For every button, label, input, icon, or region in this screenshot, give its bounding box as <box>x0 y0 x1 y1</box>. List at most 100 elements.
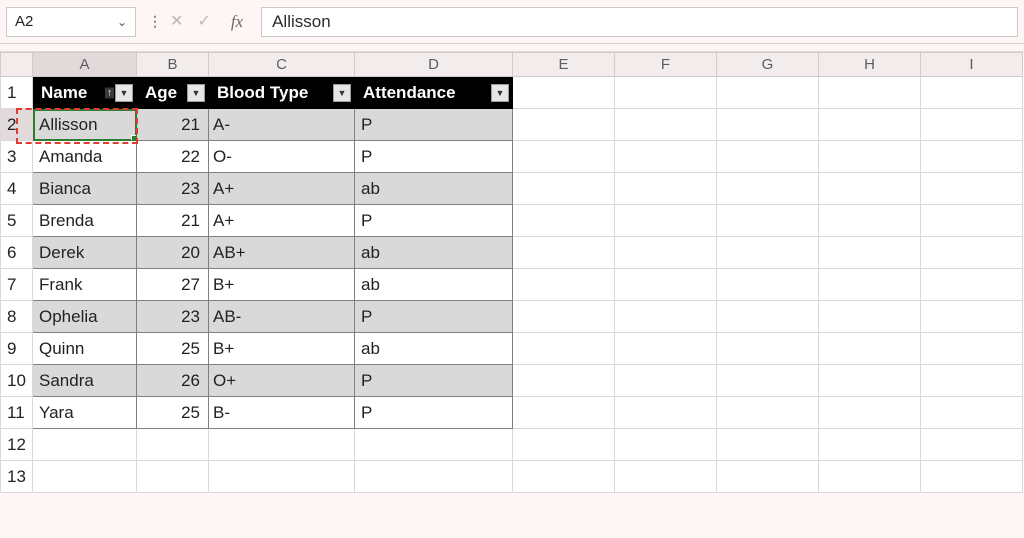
name-box[interactable]: A2 ⌄ <box>6 7 136 37</box>
cell-A6[interactable]: Derek <box>33 237 137 269</box>
cell-D10[interactable]: P <box>355 365 513 397</box>
cell[interactable] <box>921 173 1023 205</box>
cell[interactable] <box>615 77 717 109</box>
filter-button-age[interactable]: ▼ <box>187 84 205 102</box>
cell[interactable] <box>717 237 819 269</box>
cell[interactable] <box>513 109 615 141</box>
table-header-attendance[interactable]: Attendance ▼ <box>355 77 513 109</box>
row-header-6[interactable]: 6 <box>1 237 33 269</box>
cell-D9[interactable]: ab <box>355 333 513 365</box>
cell-D2[interactable]: P <box>355 109 513 141</box>
table-header-age[interactable]: Age ▼ <box>137 77 209 109</box>
row-header-10[interactable]: 10 <box>1 365 33 397</box>
cell-D4[interactable]: ab <box>355 173 513 205</box>
cell-D7[interactable]: ab <box>355 269 513 301</box>
cell[interactable] <box>819 205 921 237</box>
cell[interactable] <box>921 269 1023 301</box>
cell[interactable] <box>921 461 1023 493</box>
cell[interactable] <box>137 461 209 493</box>
column-header-B[interactable]: B <box>137 53 209 77</box>
spreadsheet-grid[interactable]: A B C D E F G H I 1 Name ↑ ▼ Age ▼ Blood… <box>0 52 1024 493</box>
cell[interactable] <box>921 397 1023 429</box>
cell[interactable] <box>921 77 1023 109</box>
cell-A4[interactable]: Bianca <box>33 173 137 205</box>
row-header-4[interactable]: 4 <box>1 173 33 205</box>
cell[interactable] <box>513 429 615 461</box>
cell[interactable] <box>921 301 1023 333</box>
cell-B2[interactable]: 21 <box>137 109 209 141</box>
cell[interactable] <box>921 141 1023 173</box>
cell-C7[interactable]: B+ <box>209 269 355 301</box>
cell[interactable] <box>513 365 615 397</box>
cell[interactable] <box>137 429 209 461</box>
cell[interactable] <box>615 109 717 141</box>
cell[interactable] <box>717 77 819 109</box>
cell-A2[interactable]: Allisson <box>33 109 137 141</box>
cell[interactable] <box>513 237 615 269</box>
cell[interactable] <box>819 269 921 301</box>
cell-A5[interactable]: Brenda <box>33 205 137 237</box>
column-header-A[interactable]: A <box>33 53 137 77</box>
cell-C8[interactable]: AB- <box>209 301 355 333</box>
cell[interactable] <box>33 461 137 493</box>
table-header-name[interactable]: Name ↑ ▼ <box>33 77 137 109</box>
cell[interactable] <box>513 397 615 429</box>
cell[interactable] <box>615 205 717 237</box>
row-header-13[interactable]: 13 <box>1 461 33 493</box>
cell[interactable] <box>615 429 717 461</box>
cell[interactable] <box>615 301 717 333</box>
cell-B7[interactable]: 27 <box>137 269 209 301</box>
cell[interactable] <box>717 365 819 397</box>
cell-A10[interactable]: Sandra <box>33 365 137 397</box>
cell[interactable] <box>819 461 921 493</box>
cell-B5[interactable]: 21 <box>137 205 209 237</box>
cell[interactable] <box>717 205 819 237</box>
cell[interactable] <box>615 173 717 205</box>
cell-D5[interactable]: P <box>355 205 513 237</box>
cell[interactable] <box>33 429 137 461</box>
cell-C9[interactable]: B+ <box>209 333 355 365</box>
table-header-blood[interactable]: Blood Type ▼ <box>209 77 355 109</box>
cell[interactable] <box>921 237 1023 269</box>
cell[interactable] <box>513 173 615 205</box>
cell-B10[interactable]: 26 <box>137 365 209 397</box>
cell[interactable] <box>355 429 513 461</box>
cell[interactable] <box>355 461 513 493</box>
cell-C10[interactable]: O+ <box>209 365 355 397</box>
cell-C3[interactable]: O- <box>209 141 355 173</box>
cell[interactable] <box>717 269 819 301</box>
row-header-11[interactable]: 11 <box>1 397 33 429</box>
cell-B11[interactable]: 25 <box>137 397 209 429</box>
cell-A9[interactable]: Quinn <box>33 333 137 365</box>
cell[interactable] <box>717 109 819 141</box>
cell[interactable] <box>513 333 615 365</box>
column-header-E[interactable]: E <box>513 53 615 77</box>
cell[interactable] <box>921 109 1023 141</box>
filter-button-attendance[interactable]: ▼ <box>491 84 509 102</box>
cell-B9[interactable]: 25 <box>137 333 209 365</box>
filter-button-blood[interactable]: ▼ <box>333 84 351 102</box>
cell[interactable] <box>921 429 1023 461</box>
cell-A7[interactable]: Frank <box>33 269 137 301</box>
cell[interactable] <box>717 333 819 365</box>
filter-button-name[interactable]: ▼ <box>115 84 133 102</box>
row-header-2[interactable]: 2 <box>1 109 33 141</box>
cell[interactable] <box>615 365 717 397</box>
cell-A11[interactable]: Yara <box>33 397 137 429</box>
cell[interactable] <box>819 237 921 269</box>
column-header-C[interactable]: C <box>209 53 355 77</box>
column-header-G[interactable]: G <box>717 53 819 77</box>
cell[interactable] <box>513 269 615 301</box>
cell-D8[interactable]: P <box>355 301 513 333</box>
cell[interactable] <box>819 109 921 141</box>
cell-B8[interactable]: 23 <box>137 301 209 333</box>
cell[interactable] <box>819 301 921 333</box>
cell-C2[interactable]: A- <box>209 109 355 141</box>
select-all-corner[interactable] <box>1 53 33 77</box>
row-header-8[interactable]: 8 <box>1 301 33 333</box>
column-header-F[interactable]: F <box>615 53 717 77</box>
cell[interactable] <box>615 269 717 301</box>
cell[interactable] <box>513 205 615 237</box>
cell[interactable] <box>819 429 921 461</box>
cell[interactable] <box>717 141 819 173</box>
